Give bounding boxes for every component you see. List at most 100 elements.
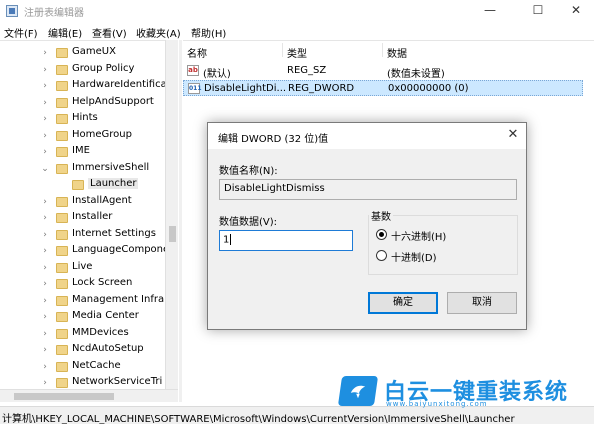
dialog-title: 编辑 DWORD (32 位)值 bbox=[218, 134, 329, 145]
column-header-data[interactable]: 数据 bbox=[387, 45, 407, 60]
folder-icon bbox=[56, 378, 68, 388]
expand-arrow-icon[interactable]: › bbox=[40, 361, 50, 373]
folder-icon bbox=[56, 64, 68, 75]
cancel-button[interactable]: 取消 bbox=[447, 292, 517, 314]
radio-label-dec: 十进制(D) bbox=[391, 253, 437, 264]
dword-value-icon: 011 bbox=[188, 83, 202, 94]
tree-item[interactable]: › Lock Screen bbox=[0, 276, 165, 292]
text-caret bbox=[230, 234, 232, 245]
tree-item[interactable]: › Live bbox=[0, 260, 165, 276]
folder-icon bbox=[56, 130, 68, 141]
tree-item-label: ImmersiveShell bbox=[72, 161, 150, 173]
folder-icon bbox=[56, 246, 68, 256]
radio-label-hex: 十六进制(H) bbox=[391, 232, 447, 243]
value-row-default[interactable]: ab (默认) REG_SZ (数值未设置) bbox=[183, 63, 583, 80]
expand-arrow-icon[interactable]: › bbox=[40, 146, 50, 158]
expand-arrow-icon[interactable]: › bbox=[40, 344, 50, 356]
string-value-icon: ab bbox=[187, 65, 199, 76]
expand-arrow-icon[interactable]: › bbox=[40, 377, 50, 389]
tree-item[interactable]: › HardwareIdentifica bbox=[0, 78, 167, 94]
tree-item[interactable]: › InstallAgent bbox=[0, 194, 165, 210]
tree-vertical-scroll-thumb[interactable] bbox=[169, 226, 176, 242]
folder-icon bbox=[56, 114, 68, 124]
column-header-type[interactable]: 类型 bbox=[287, 45, 307, 60]
expand-arrow-icon[interactable]: › bbox=[40, 278, 50, 290]
tree-item[interactable]: › NcdAutoSetup bbox=[0, 342, 165, 358]
column-divider[interactable] bbox=[282, 43, 283, 57]
tree-item-label: Live bbox=[72, 260, 93, 272]
expand-arrow-icon[interactable]: › bbox=[40, 328, 50, 340]
tree-item[interactable]: › MMDevices bbox=[0, 326, 165, 342]
tree-item[interactable]: › LanguageCompone bbox=[0, 243, 169, 259]
tree-item-label: Launcher bbox=[88, 178, 139, 189]
expand-arrow-icon[interactable]: › bbox=[40, 130, 50, 142]
tree-item-label: NetCache bbox=[72, 359, 121, 371]
tree-item[interactable]: › IME bbox=[0, 144, 165, 160]
expand-arrow-icon[interactable]: › bbox=[40, 229, 50, 241]
value-data: (数值未设置) bbox=[387, 69, 445, 80]
value-name: (默认) bbox=[203, 69, 231, 80]
title-bar: 注册表编辑器 — ☐ ✕ bbox=[0, 0, 594, 22]
value-type: REG_DWORD bbox=[288, 83, 355, 94]
base-label: 基数 bbox=[369, 208, 393, 223]
tree-item[interactable]: › Management Infra bbox=[0, 293, 165, 309]
expand-arrow-icon[interactable]: › bbox=[40, 212, 50, 224]
expand-arrow-icon[interactable]: › bbox=[40, 80, 50, 92]
minimize-button[interactable]: — bbox=[470, 0, 510, 22]
tree-item-label: HelpAndSupport bbox=[72, 95, 154, 107]
folder-icon bbox=[56, 229, 68, 240]
menu-edit[interactable]: 编辑(E) bbox=[48, 25, 82, 40]
tree-item[interactable]: › Hints bbox=[0, 111, 165, 127]
tree-item[interactable]: › GameUX bbox=[0, 45, 165, 61]
value-data-label: 数值数据(V): bbox=[219, 217, 278, 228]
tree-item-label: MMDevices bbox=[72, 326, 129, 338]
value-row-disablelightdismiss[interactable]: 011 DisableLightDi... REG_DWORD 0x000000… bbox=[183, 80, 583, 96]
tree-item[interactable]: › Installer bbox=[0, 210, 165, 226]
tree-item-label: Installer bbox=[72, 211, 113, 222]
tree-item[interactable]: › Internet Settings bbox=[0, 227, 165, 243]
tree-item[interactable]: › HomeGroup bbox=[0, 128, 165, 144]
expand-arrow-icon[interactable]: › bbox=[40, 262, 50, 274]
ok-button[interactable]: 确定 bbox=[368, 292, 438, 314]
registry-path: 计算机\HKEY_LOCAL_MACHINE\SOFTWARE\Microsof… bbox=[2, 414, 515, 424]
folder-icon bbox=[56, 48, 68, 58]
expand-arrow-icon[interactable]: › bbox=[40, 113, 50, 125]
radio-button-checked[interactable] bbox=[376, 229, 387, 240]
expand-arrow-icon[interactable]: › bbox=[40, 47, 50, 59]
column-header-name[interactable]: 名称 bbox=[187, 45, 207, 60]
tree-item-label: Internet Settings bbox=[72, 227, 156, 239]
registry-key-tree[interactable]: › GameUX › Group Policy › HardwareIdentifica ›… bbox=[0, 40, 178, 402]
pane-splitter[interactable] bbox=[179, 40, 182, 402]
value-name-label: 数值名称(N): bbox=[219, 166, 278, 177]
tree-item[interactable]: › Group Policy bbox=[0, 62, 165, 78]
menu-view[interactable]: 查看(V) bbox=[92, 25, 127, 40]
menu-file[interactable]: 文件(F) bbox=[4, 25, 38, 40]
tree-item[interactable]: › HelpAndSupport bbox=[0, 95, 165, 111]
tree-item[interactable]: › NetCache bbox=[0, 359, 165, 375]
folder-icon bbox=[56, 163, 68, 174]
tree-vertical-scrollbar[interactable] bbox=[165, 40, 178, 390]
tree-horizontal-scroll-thumb[interactable] bbox=[14, 393, 114, 400]
radio-button-unchecked[interactable] bbox=[376, 250, 387, 261]
menu-favorites[interactable]: 收藏夹(A) bbox=[136, 25, 181, 40]
tree-item-label: LanguageCompone bbox=[72, 244, 170, 255]
expand-arrow-icon[interactable]: › bbox=[40, 64, 50, 76]
dialog-close-button[interactable]: ✕ bbox=[504, 126, 522, 144]
watermark-url: www.baiyunxitong.com bbox=[386, 400, 488, 408]
expand-arrow-icon[interactable]: › bbox=[40, 97, 50, 109]
tree-item[interactable]: › Media Center bbox=[0, 309, 165, 325]
expand-arrow-icon[interactable]: › bbox=[40, 295, 50, 307]
expand-arrow-icon[interactable]: › bbox=[40, 196, 50, 208]
tree-item[interactable]: Launcher bbox=[0, 177, 165, 193]
maximize-button[interactable]: ☐ bbox=[518, 0, 558, 22]
collapse-arrow-icon[interactable]: ⌄ bbox=[40, 163, 50, 175]
value-data-input[interactable]: 1 bbox=[219, 230, 353, 251]
menu-help[interactable]: 帮助(H) bbox=[191, 25, 226, 40]
expand-arrow-icon[interactable]: › bbox=[40, 311, 50, 323]
close-window-button[interactable]: ✕ bbox=[556, 0, 594, 22]
tree-horizontal-scrollbar[interactable] bbox=[0, 389, 178, 402]
tree-item[interactable]: ⌄ ImmersiveShell bbox=[0, 161, 165, 177]
expand-arrow-icon bbox=[56, 179, 66, 191]
expand-arrow-icon[interactable]: › bbox=[40, 245, 50, 257]
column-divider[interactable] bbox=[382, 43, 383, 57]
